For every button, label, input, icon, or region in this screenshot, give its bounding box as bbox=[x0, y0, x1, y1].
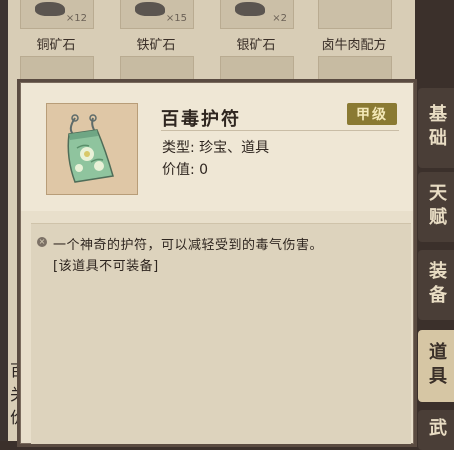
tab-equipment[interactable]: 装备 bbox=[418, 250, 454, 320]
tab-items[interactable]: 道具 bbox=[418, 330, 454, 402]
item-note: [该道具不可装备] bbox=[53, 259, 159, 274]
tab-label: 基础 bbox=[426, 104, 447, 152]
panel-edge bbox=[0, 0, 8, 441]
tab-talent[interactable]: 天赋 bbox=[418, 172, 454, 242]
ore-icon bbox=[35, 2, 65, 16]
ore-icon bbox=[135, 2, 165, 16]
ore-icon bbox=[235, 2, 265, 16]
tab-martial[interactable]: 武 bbox=[418, 410, 454, 450]
description-box: × 一个神奇的护符，可以减轻受到的毒气伤害。 [该道具不可装备] bbox=[31, 223, 411, 444]
item-label: 铁矿石 bbox=[136, 38, 176, 53]
item-label: 铜矿石 bbox=[36, 38, 76, 53]
item-qty: ×12 bbox=[65, 13, 87, 24]
popup-header: 百毒护符 甲级 类型: 珍宝、道具 价值: 0 bbox=[21, 83, 413, 211]
item-qty: ×2 bbox=[272, 13, 287, 24]
inventory-slot-recipe[interactable] bbox=[318, 0, 392, 29]
tab-basic[interactable]: 基础 bbox=[418, 88, 454, 168]
inventory-slot-iron-ore[interactable]: ×15 bbox=[120, 0, 194, 29]
grade-badge: 甲级 bbox=[347, 103, 397, 125]
item-detail-popup: 百毒护符 甲级 类型: 珍宝、道具 价值: 0 × 一个神奇的护符，可以减轻受到… bbox=[20, 82, 414, 444]
tab-label: 武 bbox=[426, 418, 447, 442]
item-label: 卤牛肉配方 bbox=[321, 38, 387, 53]
item-description: 一个神奇的护符，可以减轻受到的毒气伤害。 bbox=[53, 238, 324, 253]
tab-label: 天赋 bbox=[426, 183, 447, 231]
inventory-slot-copper-ore[interactable]: ×12 bbox=[20, 0, 94, 29]
tab-label: 装备 bbox=[426, 261, 447, 309]
tab-label: 道具 bbox=[426, 342, 447, 390]
item-type: 类型: 珍宝、道具 bbox=[162, 140, 270, 156]
item-value: 价值: 0 bbox=[162, 162, 209, 178]
item-icon-frame bbox=[46, 103, 138, 195]
amulet-icon bbox=[67, 114, 114, 183]
item-label: 银矿石 bbox=[236, 38, 276, 53]
divider bbox=[161, 130, 399, 131]
item-name: 百毒护符 bbox=[161, 109, 241, 130]
bullet-icon: × bbox=[37, 237, 47, 247]
item-qty: ×15 bbox=[165, 13, 187, 24]
inventory-slot-silver-ore[interactable]: ×2 bbox=[220, 0, 294, 29]
